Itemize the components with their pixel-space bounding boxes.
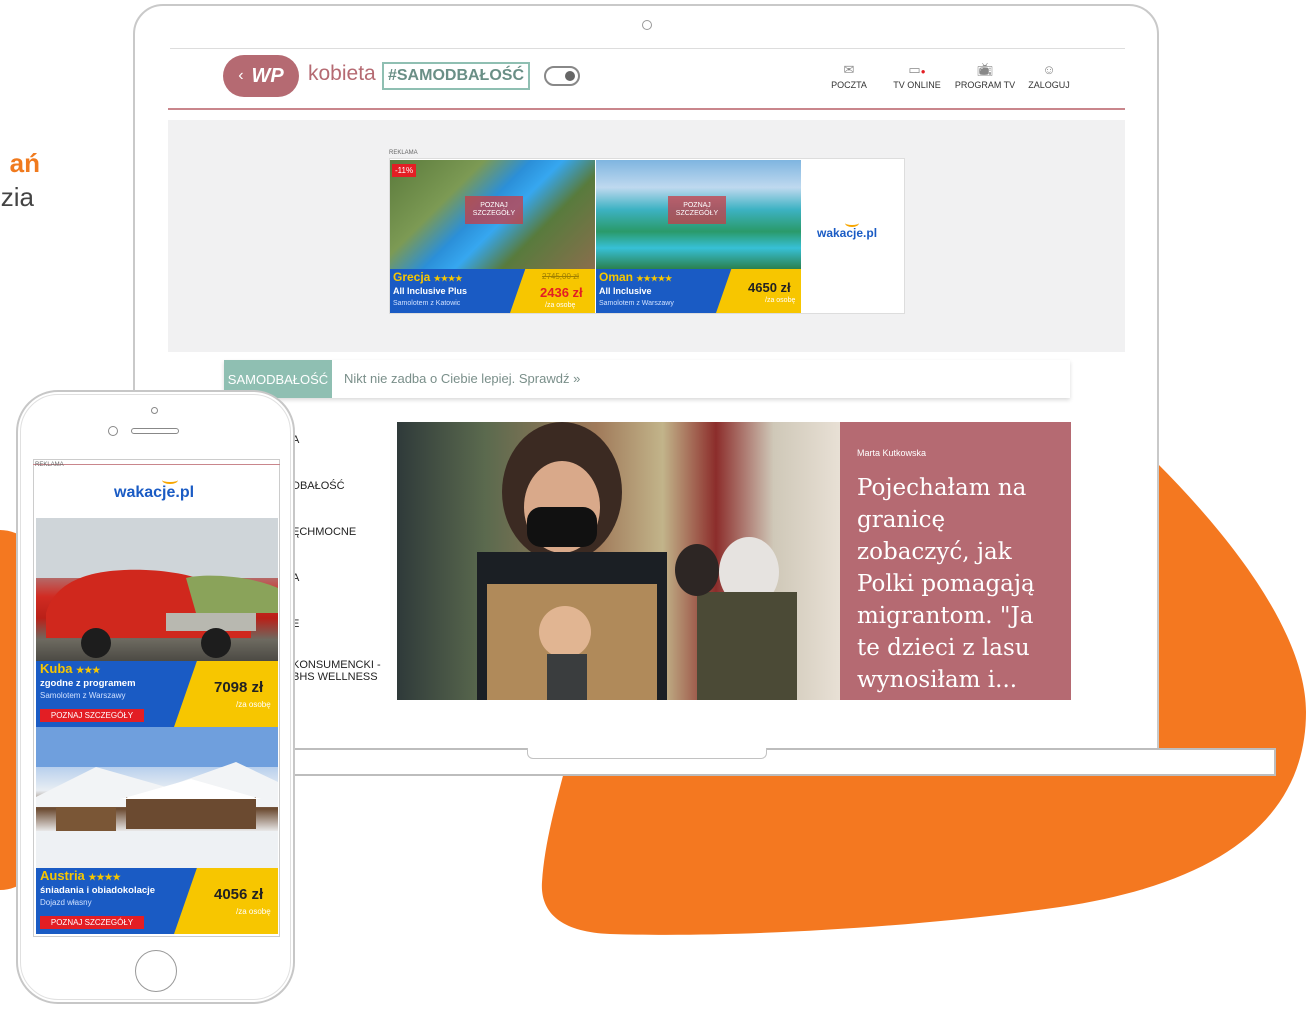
chalet-illustration — [36, 727, 278, 868]
side-menu-item[interactable]: BHS WELLNESS — [292, 671, 378, 683]
side-menu-item[interactable]: DBAŁOŚĆ — [292, 480, 345, 492]
mobile-deal-name: Austria ★★★★ — [40, 868, 121, 883]
mobile-poznaj-button[interactable]: POZNAJ SZCZEGÓŁY — [40, 916, 144, 929]
poznaj-button-greece[interactable]: POZNAJ SZCZEGÓŁY — [465, 196, 523, 224]
brand-name: wakacje.pl — [817, 226, 878, 240]
nav-label: POCZTA — [831, 80, 867, 90]
nav-program-tv[interactable]: 📺︎ PROGRAM TV — [950, 62, 1020, 90]
mobile-deal-name: Kuba ★★★ — [40, 661, 101, 676]
ad-label: REKLAMA — [389, 150, 418, 156]
deal-price: 4650 zł — [748, 280, 791, 295]
laptop-notch — [527, 748, 767, 759]
nav-zaloguj[interactable]: ☺ ZALOGUJ — [1014, 62, 1084, 90]
deal-plan: All Inclusive — [599, 286, 652, 296]
user-icon: ☺ — [1042, 62, 1056, 77]
wp-home-button[interactable]: ‹ WP — [223, 55, 299, 97]
mobile-deal-per: /za osobę — [236, 700, 271, 709]
deal-name: Oman ★★★★★ — [599, 270, 673, 284]
mobile-deal-from: Samolotem z Warszawy — [40, 691, 126, 700]
section-tag-link[interactable]: #SAMODBAŁOŚĆ — [382, 62, 530, 90]
phone-header-line — [33, 464, 280, 465]
deal-from: Samolotem z Warszawy — [599, 300, 674, 307]
phone-camera — [108, 426, 118, 436]
deal-per: /za osobę — [545, 302, 576, 309]
mobile-ad-label: REKLAMA — [35, 462, 64, 468]
car-illustration — [36, 518, 278, 658]
header-divider — [168, 108, 1125, 110]
poznaj-button-oman[interactable]: POZNAJ SZCZEGÓŁY — [668, 196, 726, 224]
laptop-camera — [642, 20, 652, 30]
mobile-deal-plan: zgodne z programem — [40, 678, 136, 689]
phone-speaker — [131, 428, 179, 434]
screen-top-divider — [170, 48, 1125, 49]
mobile-deal-price: 4056 zł — [214, 886, 264, 903]
hero-title[interactable]: Pojechałam na granicę zobaczyć, jak Polk… — [857, 472, 1062, 696]
side-heading-line2: zia — [0, 182, 34, 212]
tv-program-icon: 📺︎ — [976, 62, 994, 77]
dark-mode-toggle[interactable] — [544, 66, 580, 86]
nav-tv-online[interactable]: ▭● TV ONLINE — [882, 62, 952, 90]
hero-photo-illustration — [477, 422, 797, 700]
brand-name: wakacje.pl — [114, 484, 195, 501]
discount-badge: -11% — [392, 164, 417, 177]
tv-online-icon: ▭● — [908, 62, 926, 77]
logo-smile-icon — [162, 476, 178, 484]
mobile-photo-austria[interactable] — [36, 727, 278, 868]
deal-from: Samolotem z Katowic — [393, 300, 461, 307]
hero-photo[interactable] — [397, 422, 840, 700]
site-name-link[interactable]: kobieta — [308, 62, 376, 86]
deal-price: 2436 zł — [540, 285, 583, 300]
nav-label: ZALOGUJ — [1028, 80, 1070, 90]
side-menu-item[interactable]: KONSUMENCKI - — [292, 659, 381, 671]
wp-logo: WP — [251, 64, 284, 87]
mobile-poznaj-button[interactable]: POZNAJ SZCZEGÓŁY — [40, 709, 144, 722]
mobile-deal-from: Dojazd własny — [40, 898, 92, 907]
phone-sensor — [151, 407, 158, 414]
mobile-photo-cuba[interactable] — [36, 518, 278, 661]
mobile-deal-price: 7098 zł — [214, 679, 264, 696]
side-heading-line1: ań — [9, 148, 40, 178]
phone-home-button[interactable] — [135, 950, 177, 992]
hero-author[interactable]: Marta Kutkowska — [857, 448, 926, 458]
nav-label: PROGRAM TV — [954, 80, 1016, 90]
mobile-wakacje-logo[interactable]: wakacje.pl — [114, 482, 195, 502]
section-bar-link[interactable]: Nikt nie zadba o Ciebie lepiej. Sprawdź … — [344, 371, 580, 386]
mail-icon: ✉ — [843, 62, 855, 77]
deal-old-price: 2745,00 zł — [542, 272, 579, 281]
deal-name: Grecja ★★★★ — [393, 270, 463, 284]
chevron-left-icon: ‹ — [238, 67, 244, 84]
nav-label: TV ONLINE — [893, 80, 941, 90]
side-menu-item[interactable]: ĘCHMOCNE — [292, 526, 356, 538]
deal-per: /za osobę — [765, 297, 796, 304]
logo-smile-icon — [845, 219, 859, 227]
mobile-deal-plan: śniadania i obiadokolacje — [40, 885, 156, 896]
deal-plan: All Inclusive Plus — [393, 286, 468, 296]
wakacje-logo[interactable]: wakacje.pl — [817, 225, 878, 240]
nav-poczta[interactable]: ✉ POCZTA — [814, 62, 884, 90]
mobile-deal-per: /za osobę — [236, 907, 271, 916]
